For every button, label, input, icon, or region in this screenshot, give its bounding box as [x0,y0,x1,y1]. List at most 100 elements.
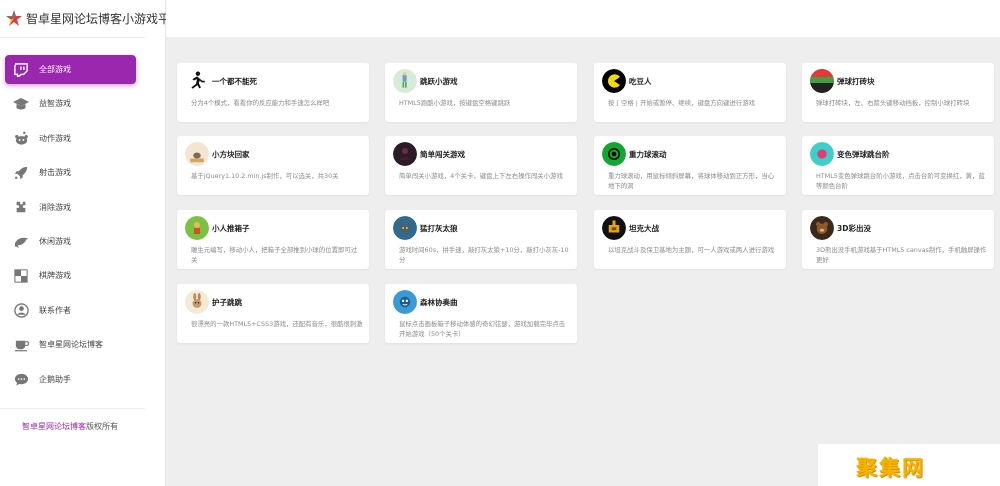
block-icon [185,142,209,166]
watermark: 聚集网 [818,444,1000,486]
game-title[interactable]: 小方块回家 [212,149,250,160]
game-description: 重力球滚动，用鼠标倾斜屏幕，将球体移动到正方形，当心地下的洞 [608,172,775,190]
sidebar-item-label: 动作游戏 [39,133,71,143]
game-title[interactable]: 变色弹球跳台阶 [837,149,890,160]
game-title[interactable]: 护子跳跳 [212,297,242,308]
game-card-header: 3D彩出没 [810,216,871,240]
game-card[interactable]: 一个都不能死分为4个模式，看看你的反应能力和手速怎么样吧 [177,63,369,122]
adventure-icon [393,142,417,166]
game-card[interactable]: 吃豆人按 [ 空格 | 开始或暂停、继续，键盘方向键进行游戏 [594,63,786,122]
game-title[interactable]: 吃豆人 [629,76,652,87]
rabbit-icon [185,290,209,314]
sidebar-item-6[interactable]: 棋牌游戏 [5,261,136,290]
color-ball-icon [810,142,834,166]
game-card-header: 重力球滚动 [602,142,667,166]
game-card[interactable]: 变色弹球跳台阶 HTML5变色弹球跳台阶小游戏，点击台阶可变换红，黄，蓝等颜色台阶 [802,136,994,195]
sidebar-item-label: 消除游戏 [39,202,71,212]
sidebar-item-2[interactable]: 动作游戏 [5,124,136,153]
copyright: 智卓星网论坛博客版权所有 [22,421,118,432]
brand[interactable]: 智卓星网论坛博客小游戏平台 [6,8,166,28]
wolf-icon [393,216,417,240]
game-card-header: 弹球打砖块 [810,69,875,93]
sidebar-item-label: 射击游戏 [39,168,71,178]
sidebar-item-label: 益智游戏 [39,99,71,109]
game-card[interactable]: 3D彩出没 3D熊出没手机游戏基于HTML5 canvas制作，手机触屏操作更好 [802,210,994,269]
sidebar-item-label: 企鹅助手 [39,374,71,384]
game-card[interactable]: 小方块回家基于jQuery1.10.2.min.js制作，可以选关，共30关 [177,136,369,195]
game-description: 基于jQuery1.10.2.min.js制作，可以选关，共30关 [191,172,339,180]
game-card-header: 护子跳跳 [185,290,242,314]
game-card-header: 吃豆人 [602,69,652,93]
forest-icon [393,290,417,314]
game-description: 以坦克战斗及保卫基地为主题，可一人游戏或两人进行游戏 [608,246,775,254]
game-card[interactable]: 森林协奏曲 鼠标点击画板箱子移动体感的奇幻弦瑟，游戏加载完毕点击开始游戏（50个关… [385,284,577,343]
game-title[interactable]: 3D彩出没 [837,223,871,234]
puzzle-icon [13,199,29,215]
game-title[interactable]: 重力球滚动 [629,149,667,160]
game-card-header: 跳跃小游戏 [393,69,458,93]
game-title[interactable]: 弹球打砖块 [837,76,875,87]
user-icon [13,302,29,318]
sidebar-item-label: 棋牌游戏 [39,271,71,281]
sidebar-item-4[interactable]: 消除游戏 [5,193,136,222]
sidebar-item-8[interactable]: 智卓星网论坛博客 [5,330,136,359]
game-card[interactable]: 小人推箱子雕生元编写，移动小人，把箱子全部推到小球的位置即可过关 [177,210,369,269]
twitch-icon [13,62,29,78]
game-card-header: 小方块回家 [185,142,250,166]
game-description: 很漂亮的一款HTML5+CSS3游戏，还配有音乐，很酷很刺激 [191,320,363,328]
sidebar-item-1[interactable]: 益智游戏 [5,89,136,118]
game-card[interactable]: 护子跳跳很漂亮的一款HTML5+CSS3游戏，还配有音乐，很酷很刺激 [177,284,369,343]
game-title[interactable]: 跳跃小游戏 [420,76,458,87]
runner-icon [185,69,209,93]
game-title[interactable]: 坦克大战 [629,223,659,234]
sidebar-item-label: 智卓星网论坛博客 [39,340,103,350]
graduation-cap-icon [13,96,29,112]
game-card-header: 森林协奏曲 [393,290,458,314]
game-card-header: 猛打灰太狼 [393,216,458,240]
ball-icon [602,142,626,166]
copyright-suffix: 版权所有 [86,422,118,431]
sidebar-item-label: 联系作者 [39,305,71,315]
game-card[interactable]: 坦克大战以坦克战斗及保卫基地为主题，可一人游戏或两人进行游戏 [594,210,786,269]
sidebar-item-0[interactable]: 全部游戏 [5,55,136,84]
game-title[interactable]: 一个都不能死 [212,76,257,87]
game-title[interactable]: 猛打灰太狼 [420,223,458,234]
watermark-text: 聚集网 [856,456,925,480]
game-description: 分为4个模式，看看你的反应能力和手速怎么样吧 [191,99,330,107]
game-card[interactable]: 弹球打砖块 弹球打砖块，左、右箭头键移动挡板，控制小球打砖块 [802,63,994,122]
sidebar-item-5[interactable]: 休闲游戏 [5,227,136,256]
game-description: 按 [ 空格 | 开始或暂停、继续，键盘方向键进行游戏 [608,99,755,107]
game-description: HTML5变色弹球跳台阶小游戏，点击台阶可变换红，黄，蓝等颜色台阶 [816,172,985,190]
game-card-header: 简单闯关游戏 [393,142,465,166]
game-description: 雕生元编写，移动小人，把箱子全部推到小球的位置即可过关 [191,246,358,264]
reddit-icon [13,130,29,146]
pacman-icon [602,69,626,93]
brand-title: 智卓星网论坛博客小游戏平台 [26,11,166,26]
sidebar-item-3[interactable]: 射击游戏 [5,158,136,187]
game-card-header: 变色弹球跳台阶 [810,142,890,166]
game-card-header: 坦克大战 [602,216,659,240]
sidebar: 智卓星网论坛博客小游戏平台 全部游戏益智游戏动作游戏射击游戏消除游戏休闲游戏棋牌… [0,0,166,486]
game-description: HTML5跑酷小游戏，按键盘空格键跳跃 [399,99,511,107]
bear-icon [810,216,834,240]
sidebar-item-9[interactable]: 企鹅助手 [5,365,136,394]
sidebar-item-label: 休闲游戏 [39,236,71,246]
copyright-link[interactable]: 智卓星网论坛博客 [22,422,86,431]
sokoban-icon [185,216,209,240]
game-title[interactable]: 简单闯关游戏 [420,149,465,160]
divider [0,37,145,38]
game-card[interactable]: 简单闯关游戏 简单闯关小游戏，4个关卡，键盘上下左右操作闯关小游戏 [385,136,577,195]
game-card-header: 一个都不能死 [185,69,257,93]
tank-icon [602,216,626,240]
game-card[interactable]: 重力球滚动重力球滚动，用鼠标倾斜屏幕，将球体移动到正方形，当心地下的洞 [594,136,786,195]
sidebar-item-7[interactable]: 联系作者 [5,296,136,325]
jumper-icon [393,69,417,93]
game-card[interactable]: 猛打灰太狼 游戏时间60s，拼手速，敲打灰太狼+10分，敲打小灰灰-10分 [385,210,577,269]
game-card[interactable]: 跳跃小游戏 HTML5跑酷小游戏，按键盘空格键跳跃 [385,63,577,122]
divider [0,408,145,409]
rocket-icon [13,165,29,181]
coffee-icon [13,337,29,353]
game-title[interactable]: 森林协奏曲 [420,297,458,308]
game-title[interactable]: 小人推箱子 [212,223,250,234]
brick-icon [810,69,834,93]
